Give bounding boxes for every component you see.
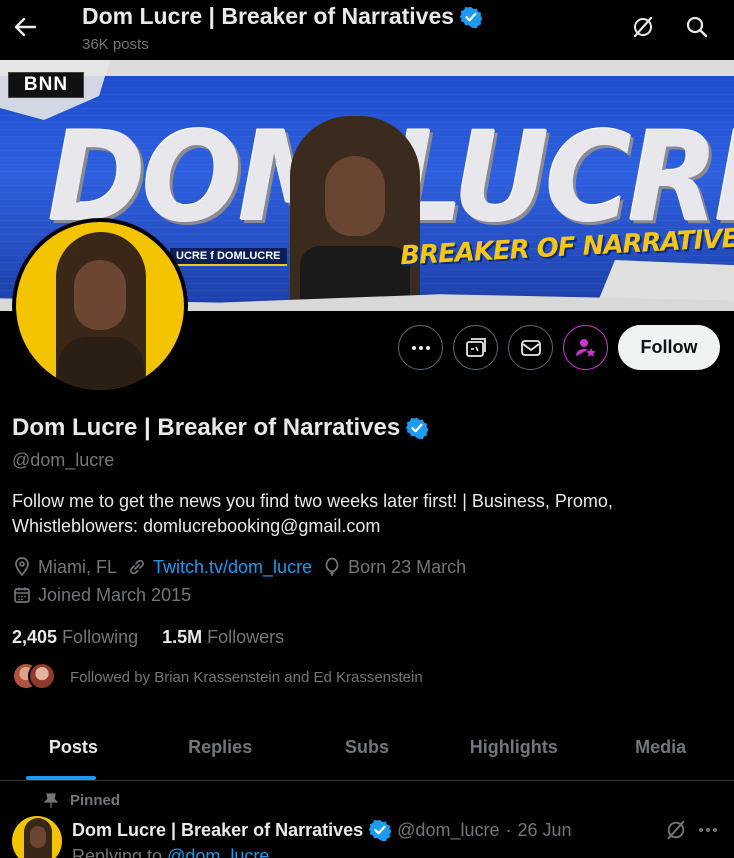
mail-icon (520, 339, 541, 356)
birthday-text: Born 23 March (348, 556, 467, 577)
location-text: Miami, FL (38, 556, 118, 577)
profile-avatar[interactable] (12, 218, 188, 394)
posts-count: 36K posts (82, 36, 149, 53)
tab-label: Highlights (469, 737, 558, 757)
replying-to-link[interactable]: @dom_lucre (167, 846, 269, 858)
active-tab-indicator (26, 776, 96, 780)
banner-handle-strip: UCRE f DOMLUCRE (170, 248, 287, 266)
profile-bio: Follow me to get the news you find two w… (12, 491, 613, 536)
verified-badge-icon[interactable] (406, 417, 429, 439)
bnn-logo: BNN (8, 72, 84, 98)
post-header: Dom Lucre | Breaker of Narratives @dom_l… (72, 819, 572, 841)
follow-button[interactable]: Follow (618, 325, 720, 370)
grok-icon[interactable] (628, 12, 658, 42)
top-bar: Dom Lucre | Breaker of Narratives 36K po… (0, 0, 734, 60)
profile-stats: 2,405 Following 1.5M Followers (12, 627, 284, 648)
post-separator: · (505, 819, 512, 840)
profile-name: Dom Lucre | Breaker of Narratives (12, 414, 401, 441)
followers-count: 1.5M (162, 627, 203, 647)
joined-item: Joined March 2015 (12, 585, 191, 606)
tab-label: Posts (48, 737, 98, 757)
banner-paper-strip (0, 60, 734, 76)
message-button[interactable] (508, 325, 553, 370)
pinned-indicator: Pinned (44, 792, 120, 809)
subscribe-star-icon (575, 338, 596, 357)
post-date[interactable]: 26 Jun (517, 820, 571, 841)
following-stat[interactable]: 2,405 Following (12, 627, 138, 648)
tab-label: Media (635, 737, 687, 757)
profile-meta-row-2: Joined March 2015 (12, 583, 191, 607)
followers-label: Followers (207, 627, 285, 647)
location-item: Miami, FL (12, 557, 117, 578)
profile-name-row: Dom Lucre | Breaker of Narratives (12, 414, 429, 442)
post-more-icon[interactable] (696, 818, 720, 842)
profile-handle: @dom_lucre (12, 450, 115, 470)
replying-prefix: Replying to (72, 846, 163, 858)
verified-badge-icon (460, 6, 483, 28)
website-link[interactable]: Twitch.tv/dom_lucre (153, 557, 312, 578)
more-icon (411, 345, 430, 350)
tab-posts[interactable]: Posts (0, 715, 147, 780)
arrow-left-icon[interactable] (12, 12, 38, 42)
calendar-icon (14, 587, 30, 603)
balloon-icon (325, 557, 339, 576)
followers-stat[interactable]: 1.5M Followers (162, 627, 284, 648)
followed-by-avatars (12, 662, 58, 692)
header-name: Dom Lucre | Breaker of Narratives (82, 3, 455, 29)
grok-analyze-icon (465, 337, 486, 357)
followed-by-text: Followed by Brian Krassenstein and Ed Kr… (70, 668, 423, 686)
following-label: Following (62, 627, 139, 647)
tab-label: Replies (188, 737, 253, 757)
pinned-label: Pinned (70, 792, 121, 809)
mini-avatar (28, 662, 56, 690)
post-author-name[interactable]: Dom Lucre | Breaker of Narratives (72, 820, 363, 841)
location-pin-icon (15, 557, 29, 577)
header-title: Dom Lucre | Breaker of Narratives (82, 3, 483, 30)
birthday-item: Born 23 March (322, 557, 466, 578)
subscribe-button[interactable] (563, 325, 608, 370)
post-author-avatar[interactable] (12, 816, 62, 858)
post-grok-icon[interactable] (664, 818, 688, 842)
tab-subs[interactable]: Subs (294, 715, 441, 780)
following-count: 2,405 (12, 627, 58, 647)
link-icon (130, 559, 144, 575)
profile-meta-row: Miami, FL Twitch.tv/dom_lucre Born 23 Ma… (12, 555, 466, 579)
profile-tabs: Posts Replies Subs Highlights Media (0, 715, 734, 781)
tab-highlights[interactable]: Highlights (440, 715, 587, 780)
more-button[interactable] (398, 325, 443, 370)
tab-media[interactable]: Media (587, 715, 734, 780)
grok-analyze-button[interactable] (453, 325, 498, 370)
tab-replies[interactable]: Replies (147, 715, 294, 780)
followed-by-row[interactable]: Followed by Brian Krassenstein and Ed Kr… (12, 662, 423, 692)
tab-label: Subs (344, 737, 389, 757)
joined-text: Joined March 2015 (38, 584, 192, 605)
replying-to-row: Replying to @dom_lucre (72, 846, 269, 858)
search-icon[interactable] (682, 12, 712, 42)
website-item[interactable]: Twitch.tv/dom_lucre (127, 557, 312, 578)
pin-icon (44, 792, 58, 808)
post-author-handle[interactable]: @dom_lucre (397, 820, 499, 841)
verified-badge-icon (369, 820, 392, 841)
banner-portrait (290, 116, 420, 311)
